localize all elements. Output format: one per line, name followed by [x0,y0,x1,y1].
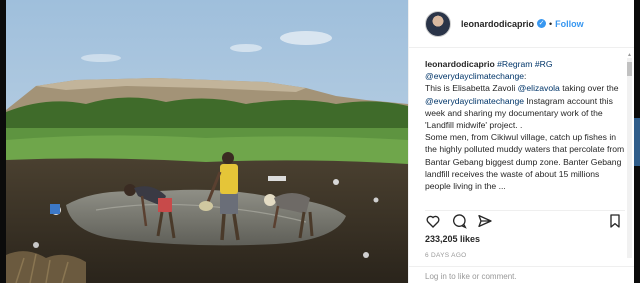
follow-button[interactable]: Follow [555,19,584,29]
header-username[interactable]: leonardodicaprio [461,19,534,29]
caption-text-1a: This is Elisabetta Zavoli [425,83,518,94]
post-timestamp[interactable]: 6 DAYS AGO [425,252,467,259]
share-icon[interactable] [477,213,493,229]
caption-mention-everyday[interactable]: @everydayclimatechange [425,96,524,106]
post-header: leonardodicaprio ✓ • Follow [409,0,634,48]
comment-icon[interactable] [451,213,467,229]
caption-text-1b: taking over the [559,83,619,94]
likes-count[interactable]: 233,205 likes [425,234,480,244]
separator-dot: • [549,18,553,29]
caption-source-suffix: : [524,71,527,82]
caption-scrollbar-thumb[interactable] [627,62,632,76]
caption-scrollbar[interactable] [627,58,632,258]
post-side-panel: leonardodicaprio ✓ • Follow leonardodica… [408,0,634,283]
bookmark-icon[interactable] [607,213,623,229]
comment-login-text[interactable]: Log in to like or comment. [425,272,517,281]
caption-username[interactable]: leonardodicaprio [425,59,495,69]
avatar[interactable] [425,10,451,37]
caption-mention-elizavola[interactable]: @elizavola [518,83,560,93]
post-actions [425,210,625,230]
verified-badge-icon: ✓ [537,19,547,28]
landfill-photo-image [6,0,408,283]
caption-source-mention[interactable]: @everydayclimatechange [425,71,524,81]
post-caption: leonardodicaprio #Regram #RG @everydaycl… [425,58,627,204]
background-page-edge [634,118,640,166]
caption-text-2: Some men, from Cikiwul village, catch up… [425,132,625,192]
post-modal: leonardodicaprio ✓ • Follow leonardodica… [6,0,634,283]
comment-login-prompt: Log in to like or comment. [409,266,634,283]
heart-icon[interactable] [425,213,441,229]
post-photo [6,0,408,283]
caption-hashtags[interactable]: #Regram #RG [497,59,552,69]
